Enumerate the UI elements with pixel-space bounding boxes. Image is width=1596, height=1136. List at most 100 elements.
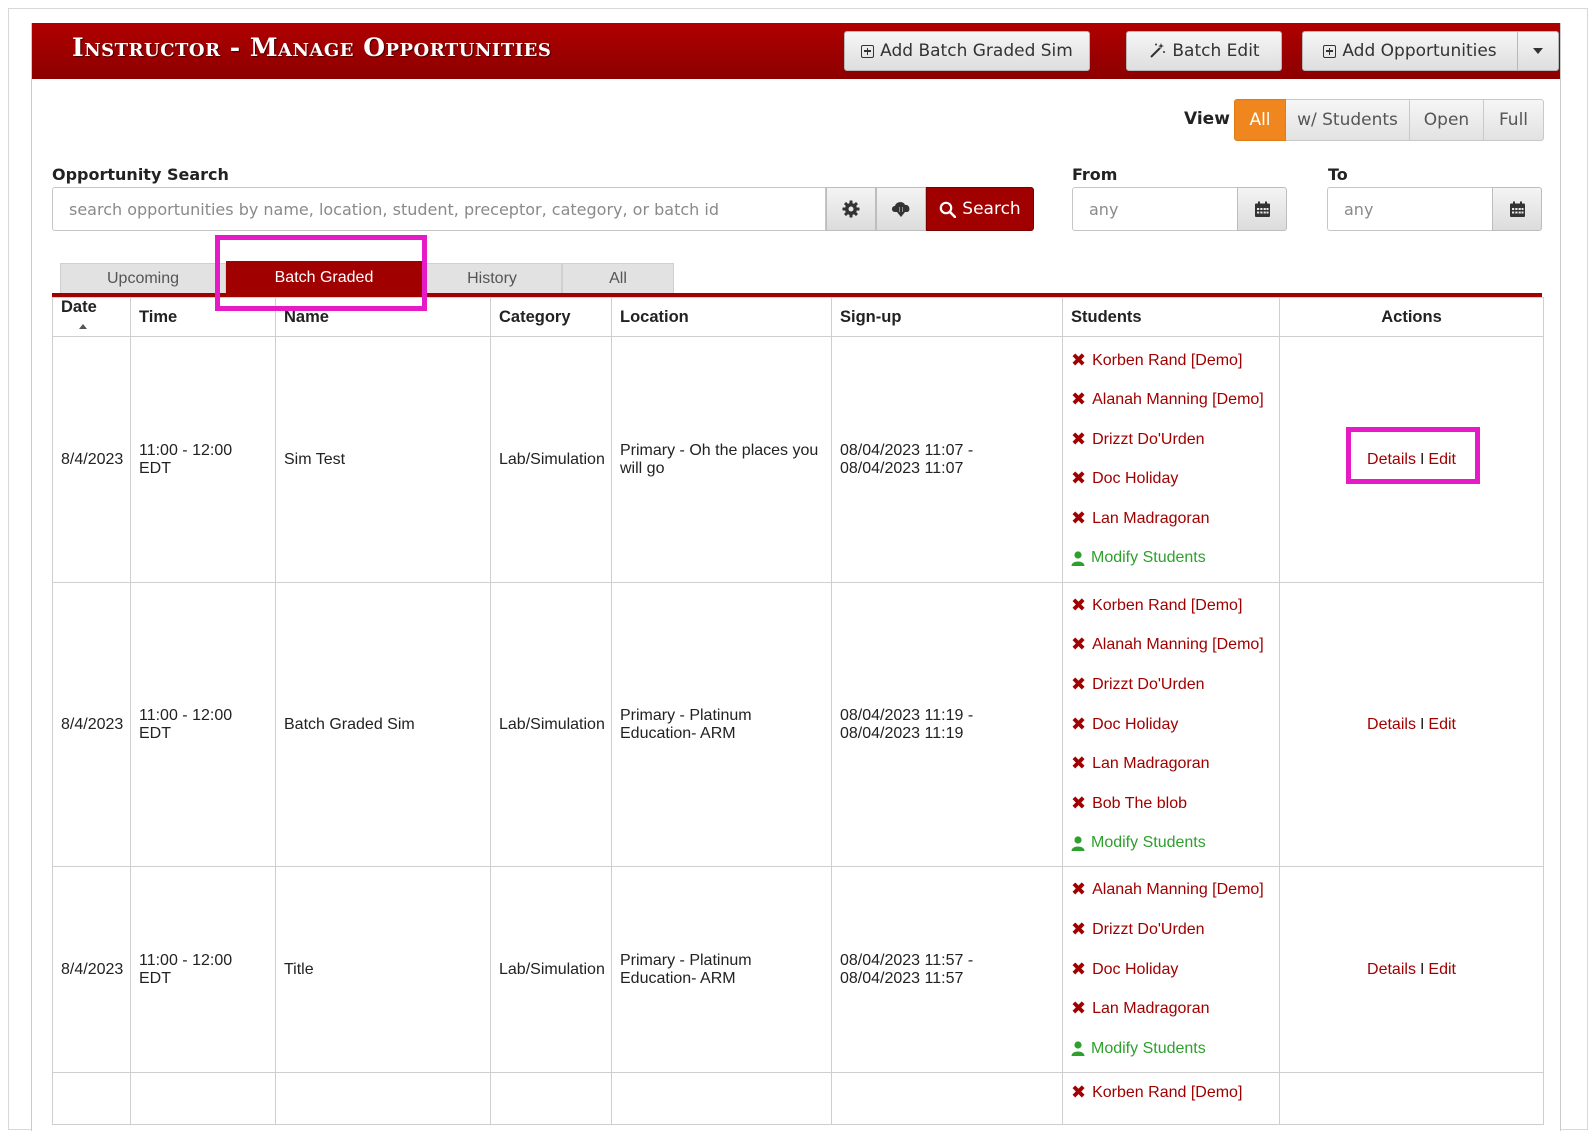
details-link[interactable]: Details (1367, 961, 1416, 978)
tab-all[interactable]: All (562, 263, 674, 295)
remove-student-link[interactable]: ✖ Drizzt Do'Urden (1071, 665, 1271, 705)
details-link[interactable]: Details (1367, 716, 1416, 733)
remove-x-icon: ✖ (1071, 792, 1087, 814)
from-calendar-button[interactable] (1237, 187, 1287, 231)
cell-students: ✖ Korben Rand [Demo] (1062, 1072, 1280, 1125)
view-label: View (1184, 109, 1230, 129)
cell-signup (831, 1072, 1063, 1125)
action-separator: I (1419, 450, 1425, 468)
remove-student-link[interactable]: ✖ Lan Madragoran (1071, 499, 1271, 539)
search-settings-button[interactable] (826, 187, 876, 231)
calendar-icon (1254, 201, 1270, 217)
view-open-button[interactable]: Open (1410, 99, 1484, 141)
remove-student-link[interactable]: ✖ Alanah Manning [Demo] (1071, 380, 1271, 420)
cell-name: Sim Test (275, 336, 491, 583)
cell-category (490, 1072, 612, 1125)
remove-student-link[interactable]: ✖ Doc Holiday (1071, 950, 1271, 990)
to-label: To (1328, 165, 1348, 184)
remove-student-link[interactable]: ✖ Drizzt Do'Urden (1071, 910, 1271, 950)
cell-date (52, 1072, 131, 1125)
remove-x-icon: ✖ (1071, 958, 1087, 980)
main-panel: Instructor - Manage Opportunities Add Ba… (31, 23, 1561, 1131)
remove-student-link[interactable]: ✖ Korben Rand [Demo] (1071, 1073, 1271, 1113)
opportunity-search-input[interactable] (52, 187, 826, 231)
cell-location: Primary - Platinum Education- ARM (611, 582, 832, 867)
remove-x-icon: ✖ (1071, 594, 1087, 616)
view-with-students-button[interactable]: w/ Students (1286, 99, 1410, 141)
modify-students-link[interactable]: Modify Students (1071, 539, 1271, 579)
cell-signup: 08/04/2023 11:19 -08/04/2023 11:19 (831, 582, 1063, 867)
calendar-icon (1509, 201, 1525, 217)
add-opportunities-dropdown-button[interactable] (1517, 31, 1559, 71)
modify-students-link[interactable]: Modify Students (1071, 1029, 1271, 1069)
remove-student-link[interactable]: ✖ Lan Madragoran (1071, 744, 1271, 784)
to-calendar-button[interactable] (1492, 187, 1542, 231)
details-link[interactable]: Details (1367, 451, 1416, 468)
view-full-button[interactable]: Full (1484, 99, 1544, 141)
view-all-button[interactable]: All (1234, 99, 1286, 141)
column-header-location[interactable]: Location (611, 297, 832, 337)
remove-x-icon: ✖ (1071, 753, 1087, 775)
cell-actions: Details I Edit (1279, 866, 1544, 1073)
remove-student-link[interactable]: ✖ Alanah Manning [Demo] (1071, 626, 1271, 666)
to-date-input[interactable] (1327, 187, 1493, 231)
remove-student-link[interactable]: ✖ Korben Rand [Demo] (1071, 341, 1271, 381)
remove-student-link[interactable]: ✖ Lan Madragoran (1071, 989, 1271, 1029)
page-header: Instructor - Manage Opportunities Add Ba… (32, 23, 1560, 79)
column-header-date[interactable]: Date (52, 297, 131, 337)
tab-upcoming[interactable]: Upcoming (60, 263, 226, 295)
remove-student-link[interactable]: ✖ Alanah Manning [Demo] (1071, 871, 1271, 911)
column-header-time[interactable]: Time (130, 297, 276, 337)
cell-date: 8/4/2023 (52, 866, 131, 1073)
modify-students-label: Modify Students (1091, 549, 1206, 567)
from-date-input[interactable] (1072, 187, 1238, 231)
user-icon (1071, 836, 1085, 851)
table-row: 8/4/2023 11:00 - 12:00 EDT Sim Test Lab/Sim… (52, 336, 1544, 583)
search-button[interactable]: Search (926, 187, 1034, 231)
sort-ascending-icon (79, 324, 87, 330)
tab-batch-graded[interactable]: Batch Graded (226, 261, 422, 295)
column-header-category[interactable]: Category (490, 297, 612, 337)
modify-students-link[interactable]: Modify Students (1071, 823, 1271, 863)
column-header-date-label: Date (61, 298, 97, 316)
remove-x-icon: ✖ (1071, 349, 1087, 371)
cell-date: 8/4/2023 (52, 336, 131, 583)
table-row: 8/4/2023 11:00 - 12:00 EDT Batch Graded Si… (52, 582, 1544, 867)
add-opportunities-button[interactable]: Add Opportunities (1302, 31, 1518, 71)
edit-link[interactable]: Edit (1428, 451, 1456, 468)
opportunity-search-label: Opportunity Search (52, 165, 229, 184)
plus-square-icon (861, 44, 875, 58)
edit-link[interactable]: Edit (1428, 961, 1456, 978)
remove-x-icon: ✖ (1071, 673, 1087, 695)
page-title: Instructor - Manage Opportunities (72, 33, 552, 62)
remove-x-icon: ✖ (1071, 879, 1087, 901)
gear-icon (842, 200, 860, 218)
remove-x-icon: ✖ (1071, 1081, 1087, 1103)
cloud-download-button[interactable] (876, 187, 926, 231)
add-batch-graded-sim-label: Add Batch Graded Sim (880, 41, 1073, 61)
edit-link[interactable]: Edit (1428, 716, 1456, 733)
remove-student-link[interactable]: ✖ Drizzt Do'Urden (1071, 420, 1271, 460)
from-label: From (1072, 165, 1118, 184)
search-button-label: Search (962, 199, 1021, 219)
student-name: Korben Rand [Demo] (1092, 1083, 1243, 1101)
view-filter-group: All w/ Students Open Full (1234, 99, 1544, 141)
remove-student-link[interactable]: ✖ Doc Holiday (1071, 705, 1271, 745)
student-name: Doc Holiday (1092, 715, 1179, 733)
cell-time: 11:00 - 12:00 EDT (130, 866, 276, 1073)
magic-wand-icon (1150, 43, 1166, 58)
cell-location: Primary - Platinum Education- ARM (611, 866, 832, 1073)
add-batch-graded-sim-button[interactable]: Add Batch Graded Sim (844, 31, 1090, 71)
user-icon (1071, 1041, 1085, 1057)
column-header-name[interactable]: Name (275, 297, 491, 337)
batch-edit-button[interactable]: Batch Edit (1126, 31, 1282, 71)
cell-students: ✖ Korben Rand [Demo] ✖ Alanah Manning [Demo… (1062, 336, 1280, 583)
cell-students: ✖ Alanah Manning [Demo] ✖ Drizzt Do'Urden ✖ D… (1062, 866, 1280, 1073)
column-header-signup[interactable]: Sign-up (831, 297, 1063, 337)
remove-student-link[interactable]: ✖ Bob The blob (1071, 784, 1271, 824)
remove-student-link[interactable]: ✖ Doc Holiday (1071, 460, 1271, 500)
modify-students-label: Modify Students (1091, 1039, 1206, 1057)
remove-student-link[interactable]: ✖ Korben Rand [Demo] (1071, 586, 1271, 626)
caret-down-icon (1533, 48, 1543, 54)
tab-history[interactable]: History (422, 263, 562, 295)
